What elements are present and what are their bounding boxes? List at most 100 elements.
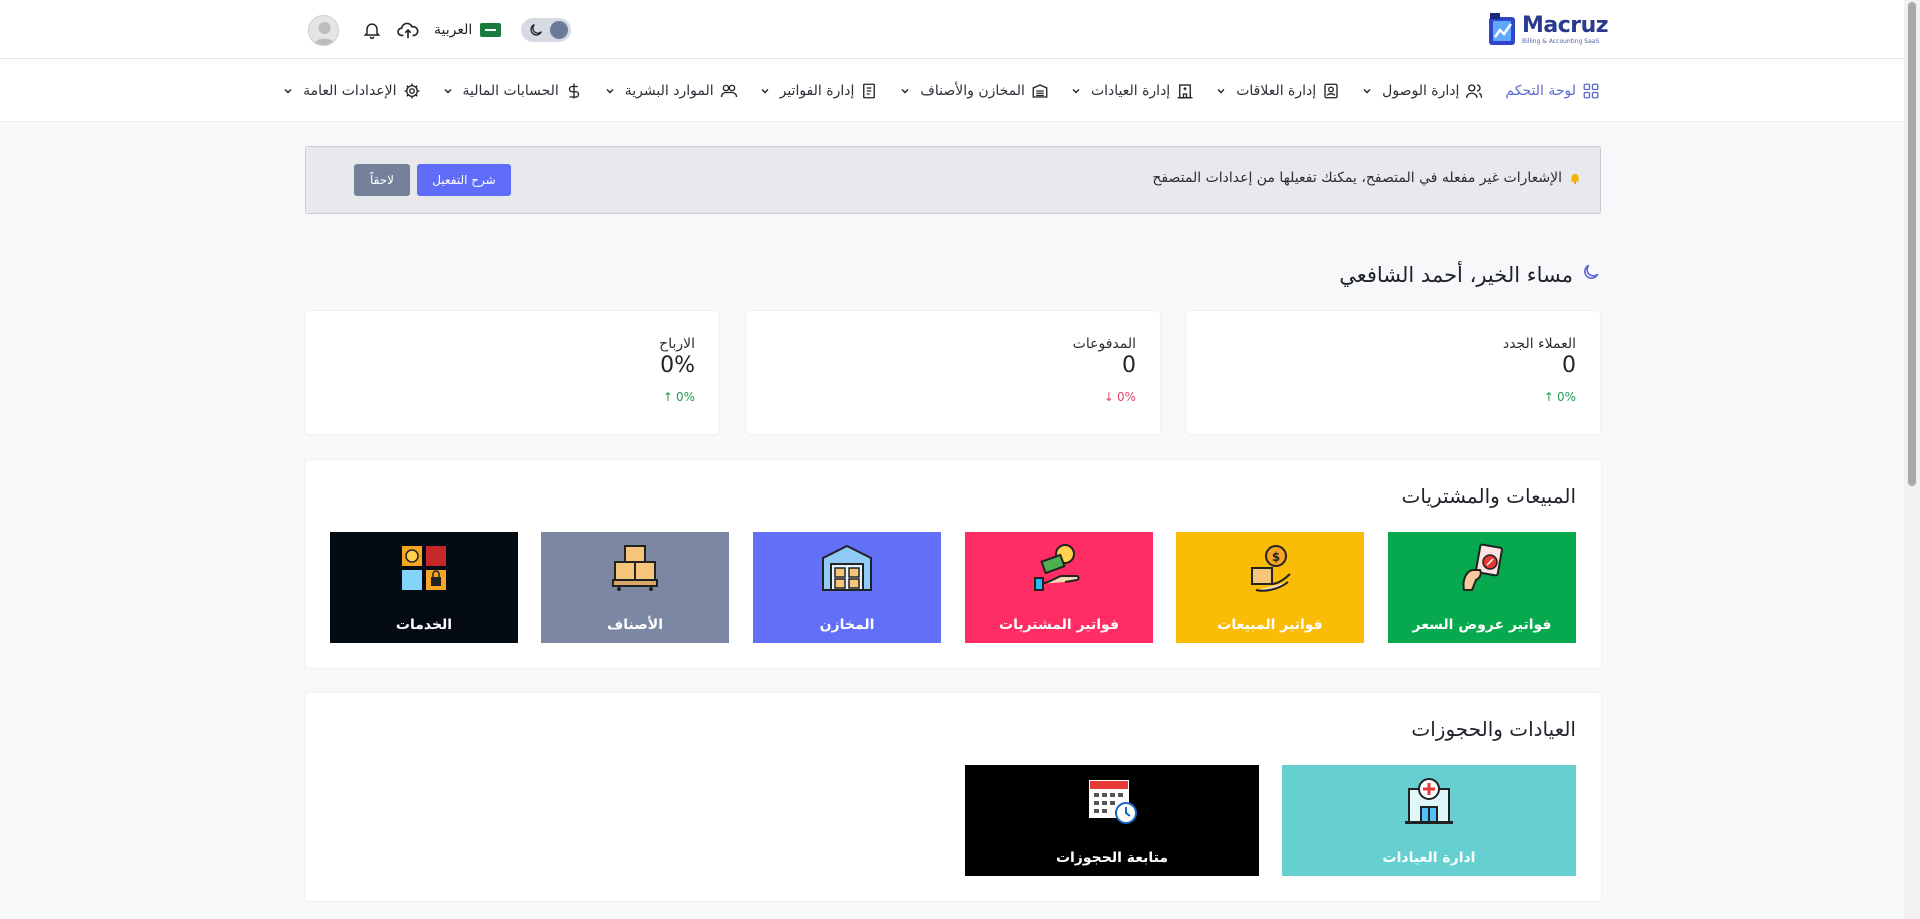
dashboard-icon [1582, 82, 1600, 100]
nav-item-label: الحسابات المالية [462, 82, 559, 99]
notification-alert: الإشعارات غير مفعله في المتصفح، يمكنك تف… [305, 146, 1601, 214]
app-viewport: Macruz Billing & Accounting SaaS العربية… [0, 0, 1904, 919]
logo-mark-icon [1487, 13, 1519, 47]
people-icon [720, 82, 738, 100]
stat-change: ↑ 0% [1544, 390, 1576, 404]
tile-label: الأصناف [607, 617, 663, 633]
upload-cloud-icon[interactable] [396, 18, 420, 42]
main-nav-bar: لوحة التحكم إدارة الوصول إدارة العلاقات إدا… [0, 59, 1904, 122]
nav-item-label: المخازن والأصناف [920, 82, 1025, 99]
nav-item-label: لوحة التحكم [1505, 82, 1576, 99]
stat-value: 0% [660, 353, 695, 378]
chevron-down-icon [1071, 86, 1081, 96]
alert-message: الإشعارات غير مفعله في المتصفح، يمكنك تف… [1152, 170, 1562, 186]
tile-boxes[interactable]: الأصناف [541, 532, 729, 643]
section-title: العيادات والحجوزات [1411, 717, 1576, 741]
sales-invoice-icon: $ [1242, 540, 1298, 596]
stat-title: الارباح [659, 336, 695, 352]
logo[interactable]: Macruz Billing & Accounting SaaS [1487, 11, 1609, 49]
tile-label: الخدمات [395, 617, 453, 633]
warehouse-icon [819, 540, 875, 596]
stat-title: العملاء الجدد [1502, 336, 1576, 352]
chevron-down-icon [283, 86, 293, 96]
nav-item-label: الموارد البشرية [624, 82, 714, 99]
boxes-icon [607, 540, 663, 596]
nav-item-label: إدارة العيادات [1090, 82, 1171, 99]
gear-icon [403, 82, 421, 100]
nav-item-1[interactable]: إدارة الوصول [1362, 82, 1483, 100]
nav-item-5[interactable]: إدارة الفواتير [760, 82, 879, 100]
stat-title: المدفوعات [1072, 336, 1136, 352]
nav-item-3[interactable]: إدارة العيادات [1071, 82, 1194, 100]
hospital-icon [1401, 773, 1457, 829]
nav-item-7[interactable]: الحسابات المالية [443, 82, 583, 100]
bell-icon [1568, 171, 1582, 185]
tile-price-quote[interactable]: فواتير عروض السعر [1388, 532, 1576, 643]
users-icon [1465, 82, 1483, 100]
language-switcher[interactable]: العربية [434, 22, 502, 38]
tile-label: فواتير عروض السعر [1412, 617, 1552, 633]
tile-label: ادارة العيادات [1382, 850, 1476, 866]
stat-card-payments: المدفوعات 0 ↓ 0% [746, 311, 1160, 434]
chevron-down-icon [1216, 86, 1226, 96]
stat-value: 0 [1562, 353, 1576, 378]
tile-calendar-clock[interactable]: متابعة الحجوزات [965, 765, 1259, 876]
calendar-clock-icon [1084, 773, 1140, 829]
chevron-down-icon [1362, 86, 1372, 96]
price-quote-icon [1454, 540, 1510, 596]
tile-purchase-invoice[interactable]: فواتير المشتريات [965, 532, 1153, 643]
tile-label: فواتير المشتريات [999, 617, 1119, 633]
nav-item-label: إدارة العلاقات [1236, 82, 1317, 99]
stat-change-value: 0% [1556, 390, 1576, 404]
stat-value: 0 [1122, 353, 1136, 378]
stat-card-profits: الارباح 0% ↑ 0% [305, 311, 719, 434]
scrollbar-thumb[interactable] [1908, 2, 1916, 486]
warehouse-icon [1031, 82, 1049, 100]
dark-mode-toggle[interactable] [521, 18, 572, 42]
nav-item-8[interactable]: الإعدادات العامة [283, 82, 420, 100]
moon-icon [528, 22, 544, 42]
stat-change-value: 0% [675, 390, 695, 404]
evening-moon-icon [1581, 262, 1601, 287]
nav-item-0[interactable]: لوحة التحكم [1505, 82, 1600, 100]
contact-card-icon [1322, 82, 1340, 100]
arrow-up-icon: ↑ [662, 390, 673, 404]
activation-guide-button[interactable]: شرح التفعيل [417, 164, 511, 196]
greeting-text: مساء الخير، أحمد الشافعي [1339, 262, 1573, 287]
greeting: مساء الخير، أحمد الشافعي [1339, 262, 1601, 287]
chevron-down-icon [900, 86, 910, 96]
nav-item-label: إدارة الفواتير [779, 82, 855, 99]
logo-tagline: Billing & Accounting SaaS [1522, 38, 1600, 45]
dollar-icon [565, 82, 583, 100]
logo-name: Macruz [1522, 13, 1609, 38]
invoice-icon [860, 82, 878, 100]
clinic-building-icon [1176, 82, 1194, 100]
nav-item-4[interactable]: المخازن والأصناف [900, 82, 1049, 100]
chevron-down-icon [443, 86, 453, 96]
tile-sales-invoice[interactable]: $ فواتير المبيعات [1176, 532, 1364, 643]
tile-label: متابعة الحجوزات [1055, 850, 1169, 866]
top-controls: العربية [308, 14, 572, 46]
top-bar: Macruz Billing & Accounting SaaS العربية [0, 0, 1904, 59]
avatar[interactable] [308, 14, 339, 46]
language-label: العربية [434, 22, 473, 38]
tile-label: المخازن [819, 617, 875, 633]
nav-item-label: الإعدادات العامة [303, 82, 397, 99]
notifications-bell-icon[interactable] [360, 18, 384, 42]
chevron-down-icon [760, 86, 770, 96]
chevron-down-icon [605, 86, 615, 96]
services-icon [396, 540, 452, 596]
svg-text:$: $ [1272, 550, 1280, 564]
main-nav: لوحة التحكم إدارة الوصول إدارة العلاقات إدا… [283, 59, 1600, 122]
tile-hospital[interactable]: ادارة العيادات [1282, 765, 1576, 876]
purchase-invoice-icon [1031, 540, 1087, 596]
section-title: المبيعات والمشتريات [1401, 484, 1576, 508]
stat-change: ↑ 0% [663, 390, 695, 404]
nav-item-2[interactable]: إدارة العلاقات [1216, 82, 1340, 100]
saudi-flag-icon [480, 23, 502, 37]
tile-services[interactable]: الخدمات [330, 532, 518, 643]
nav-item-6[interactable]: الموارد البشرية [605, 82, 738, 100]
arrow-down-icon: ↓ [1103, 390, 1114, 404]
later-button[interactable]: لاحقاً [354, 164, 410, 196]
tile-warehouse[interactable]: المخازن [753, 532, 941, 643]
